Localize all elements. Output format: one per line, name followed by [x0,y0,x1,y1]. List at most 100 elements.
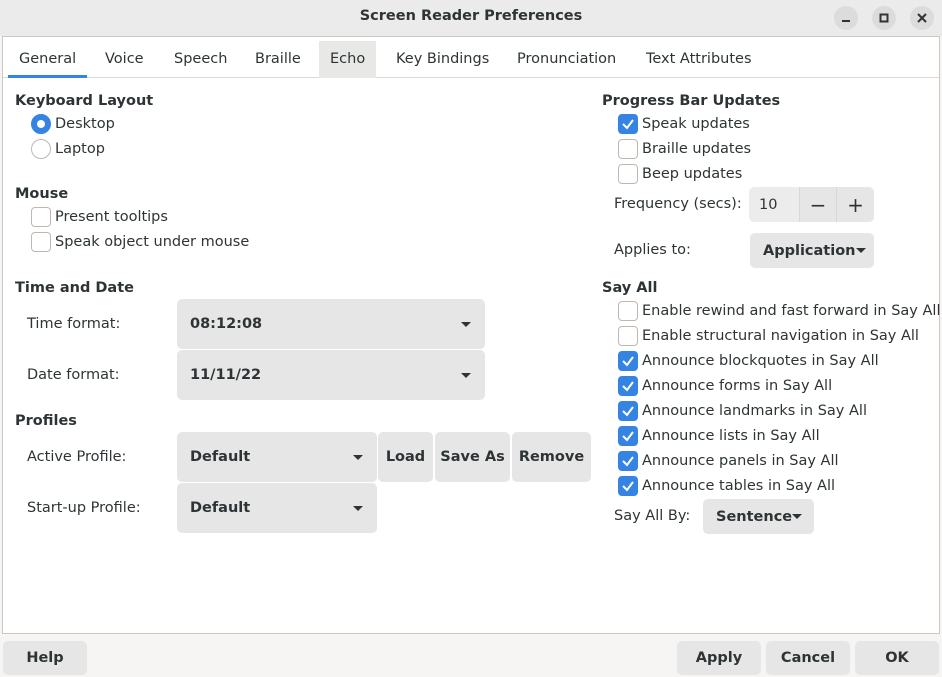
tab-pronunciation[interactable]: Pronunciation [506,41,627,78]
sayall-blockquotes-row[interactable]: Announce blockquotes in Say All [618,350,879,372]
speak-object-row[interactable]: Speak object under mouse [31,231,249,253]
checkmark-icon [622,481,634,492]
close-icon [917,13,927,23]
frequency-input[interactable]: 10 [749,187,799,222]
sayall-landmarks-row[interactable]: Announce landmarks in Say All [618,400,867,422]
checkmark-icon [622,119,634,130]
beep-updates-row[interactable]: Beep updates [618,163,742,185]
say-all-by-label: Say All By: [614,508,691,524]
active-profile-label: Active Profile: [27,449,127,465]
startup-profile-dropdown[interactable]: Default [177,483,377,533]
sayall-structural-row[interactable]: Enable structural navigation in Say All [618,325,919,347]
load-button[interactable]: Load [378,432,433,482]
tab-key-bindings[interactable]: Key Bindings [385,41,500,78]
sayall-blockquotes-checkbox[interactable] [618,351,638,371]
say-all-by-value: Sentence [716,508,793,525]
profiles-heading: Profiles [15,413,77,429]
sayall-landmarks-checkbox[interactable] [618,401,638,421]
active-profile-dropdown[interactable]: Default [177,432,377,482]
time-date-heading: Time and Date [15,280,134,296]
say-all-heading: Say All [602,280,658,296]
applies-to-label: Applies to: [614,242,691,258]
tab-voice[interactable]: Voice [94,41,155,78]
speak-updates-row[interactable]: Speak updates [618,113,750,135]
beep-updates-label: Beep updates [642,166,743,182]
minimize-button[interactable] [834,6,858,30]
title-bar: Screen Reader Preferences [0,0,942,36]
braille-updates-row[interactable]: Braille updates [618,138,751,160]
window-title: Screen Reader Preferences [359,8,583,24]
chevron-down-icon [792,514,803,519]
sayall-panels-label: Announce panels in Say All [642,453,839,469]
time-format-dropdown[interactable]: 08:12:08 [177,299,485,349]
checkmark-icon [622,406,634,417]
frequency-value: 10 [759,196,778,213]
startup-profile-label: Start-up Profile: [27,500,141,516]
speak-updates-checkbox[interactable] [618,114,638,134]
frequency-increment-button[interactable]: + [836,187,874,222]
sayall-lists-checkbox[interactable] [618,426,638,446]
minus-icon: − [809,192,827,217]
tab-braille[interactable]: Braille [244,41,312,78]
help-button[interactable]: Help [3,641,87,675]
sayall-lists-label: Announce lists in Say All [642,428,820,444]
tab-bar: General Voice Speech Braille Echo Key Bi… [3,41,939,78]
sayall-panels-checkbox[interactable] [618,451,638,471]
desktop-radio-row[interactable]: Desktop [31,113,115,135]
sayall-rewind-row[interactable]: Enable rewind and fast forward in Say Al… [618,300,940,322]
sayall-rewind-label: Enable rewind and fast forward in Say Al… [642,303,941,319]
sayall-forms-row[interactable]: Announce forms in Say All [618,375,832,397]
time-format-value: 08:12:08 [190,316,263,332]
braille-updates-label: Braille updates [642,141,752,157]
braille-updates-checkbox[interactable] [618,139,638,159]
applies-to-value: Application [763,242,856,259]
tab-speech[interactable]: Speech [163,41,238,78]
ok-button[interactable]: OK [855,641,939,675]
progress-heading: Progress Bar Updates [602,93,781,109]
sayall-tables-row[interactable]: Announce tables in Say All [618,475,835,497]
sayall-structural-label: Enable structural navigation in Say All [642,328,919,344]
tab-general[interactable]: General [8,41,88,78]
sayall-panels-row[interactable]: Announce panels in Say All [618,450,839,472]
mouse-heading: Mouse [15,186,69,202]
desktop-label: Desktop [55,116,115,132]
sayall-structural-checkbox[interactable] [618,326,638,346]
desktop-radio[interactable] [31,114,51,134]
present-tooltips-row[interactable]: Present tooltips [31,206,168,228]
date-format-value: 11/11/22 [190,367,262,383]
maximize-button[interactable] [872,6,896,30]
maximize-icon [879,13,889,23]
sayall-forms-checkbox[interactable] [618,376,638,396]
startup-profile-value: Default [190,500,251,516]
minimize-icon [842,20,850,22]
active-profile-value: Default [190,449,251,465]
sayall-blockquotes-label: Announce blockquotes in Say All [642,353,879,369]
remove-button[interactable]: Remove [512,432,591,482]
date-format-dropdown[interactable]: 11/11/22 [177,350,485,400]
save-as-button[interactable]: Save As [435,432,510,482]
beep-updates-checkbox[interactable] [618,164,638,184]
chevron-down-icon [855,248,866,253]
tab-text-attributes[interactable]: Text Attributes [635,41,763,78]
sayall-lists-row[interactable]: Announce lists in Say All [618,425,820,447]
apply-button[interactable]: Apply [677,641,761,675]
chevron-down-icon [461,321,471,327]
cancel-button[interactable]: Cancel [766,641,850,675]
sayall-tables-checkbox[interactable] [618,476,638,496]
plus-icon: + [847,192,864,217]
sayall-tables-label: Announce tables in Say All [642,478,836,494]
laptop-label: Laptop [55,141,105,157]
say-all-by-dropdown[interactable]: Sentence [703,499,814,534]
applies-to-dropdown[interactable]: Application [750,233,874,268]
laptop-radio[interactable] [31,139,51,159]
present-tooltips-label: Present tooltips [55,209,168,225]
frequency-decrement-button[interactable]: − [799,187,836,222]
present-tooltips-checkbox[interactable] [31,207,51,227]
tab-echo[interactable]: Echo [319,41,377,78]
close-button[interactable] [910,6,934,30]
sayall-rewind-checkbox[interactable] [618,301,638,321]
frequency-label: Frequency (secs): [614,196,742,212]
laptop-radio-row[interactable]: Laptop [31,138,105,160]
speak-object-checkbox[interactable] [31,232,51,252]
checkmark-icon [622,456,634,467]
